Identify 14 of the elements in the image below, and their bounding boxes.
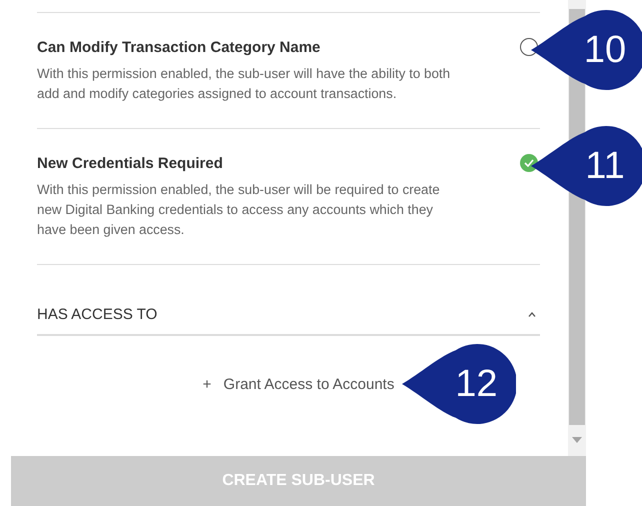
check-toggle[interactable]: [520, 154, 538, 172]
permission-title: New Credentials Required: [37, 154, 223, 172]
check-icon: [524, 159, 534, 167]
permission-description: With this permission enabled, the sub-user will be required to create new Digital Banking credentials to access any accounts which they have been given access.: [37, 181, 441, 239]
plus-icon: +: [202, 376, 212, 393]
chevron-icon[interactable]: [528, 312, 536, 317]
callout-badge: 11: [531, 124, 642, 208]
radio-toggle[interactable]: [520, 38, 538, 56]
callout-badge: 10: [531, 8, 642, 92]
section-title: HAS ACCESS TO: [37, 306, 158, 323]
permission-description: With this permission enabled, the sub-user will have the ability to both add and modify categories assigned to account transactions.: [37, 65, 452, 103]
callout-badge: 12: [402, 342, 516, 426]
grant-access-link[interactable]: Grant Access to Accounts: [223, 376, 394, 393]
permission-title: Can Modify Transaction Category Name: [37, 38, 320, 56]
